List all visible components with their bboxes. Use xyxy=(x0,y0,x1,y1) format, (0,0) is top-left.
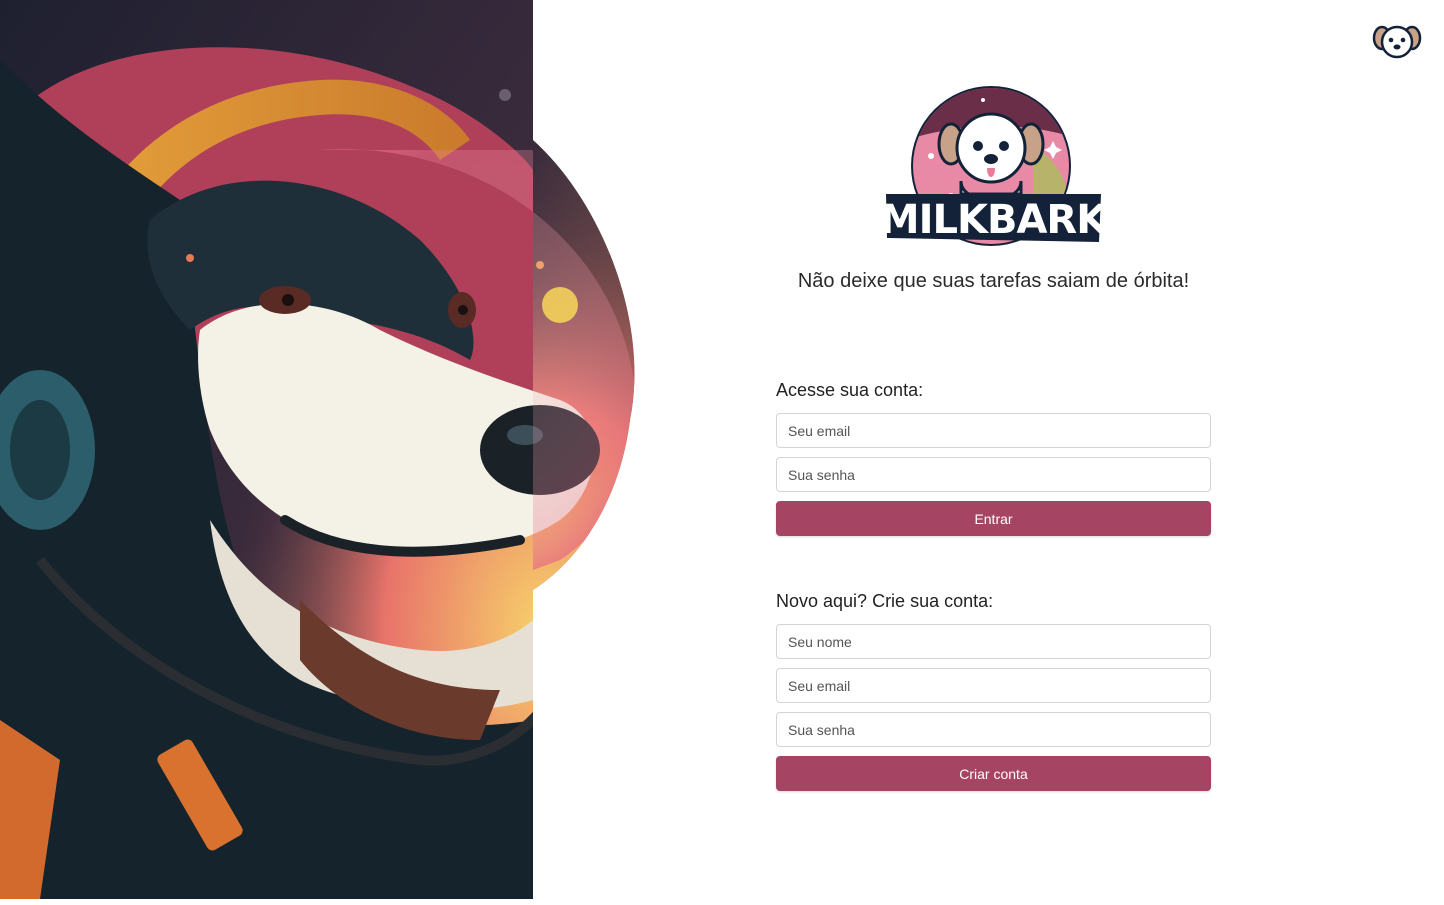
login-button[interactable]: Entrar xyxy=(776,501,1211,536)
signup-name-field[interactable] xyxy=(776,624,1211,659)
login-email-field[interactable] xyxy=(776,413,1211,448)
signup-title: Novo aqui? Crie sua conta: xyxy=(776,591,994,611)
signup-password-field[interactable] xyxy=(776,712,1211,747)
milkbark-logo: MILKBARK xyxy=(880,86,1110,246)
signup-email-field[interactable] xyxy=(776,668,1211,703)
login-page: MILKBARK Não deixe que suas tarefas saia… xyxy=(0,0,1444,905)
login-password-field[interactable] xyxy=(776,457,1211,492)
signup-form: Novo aqui? Crie sua conta: Criar conta xyxy=(776,589,1211,791)
dog-face-icon[interactable] xyxy=(1372,22,1422,60)
login-form: Acesse sua conta: Entrar xyxy=(776,378,1211,536)
astronaut-dog-illustration xyxy=(0,0,640,899)
login-title: Acesse sua conta: xyxy=(776,380,924,400)
tagline: Não deixe que suas tarefas saiam de órbi… xyxy=(797,270,1190,292)
create-account-button[interactable]: Criar conta xyxy=(776,756,1211,791)
logo-text: MILKBARK xyxy=(883,197,1103,243)
